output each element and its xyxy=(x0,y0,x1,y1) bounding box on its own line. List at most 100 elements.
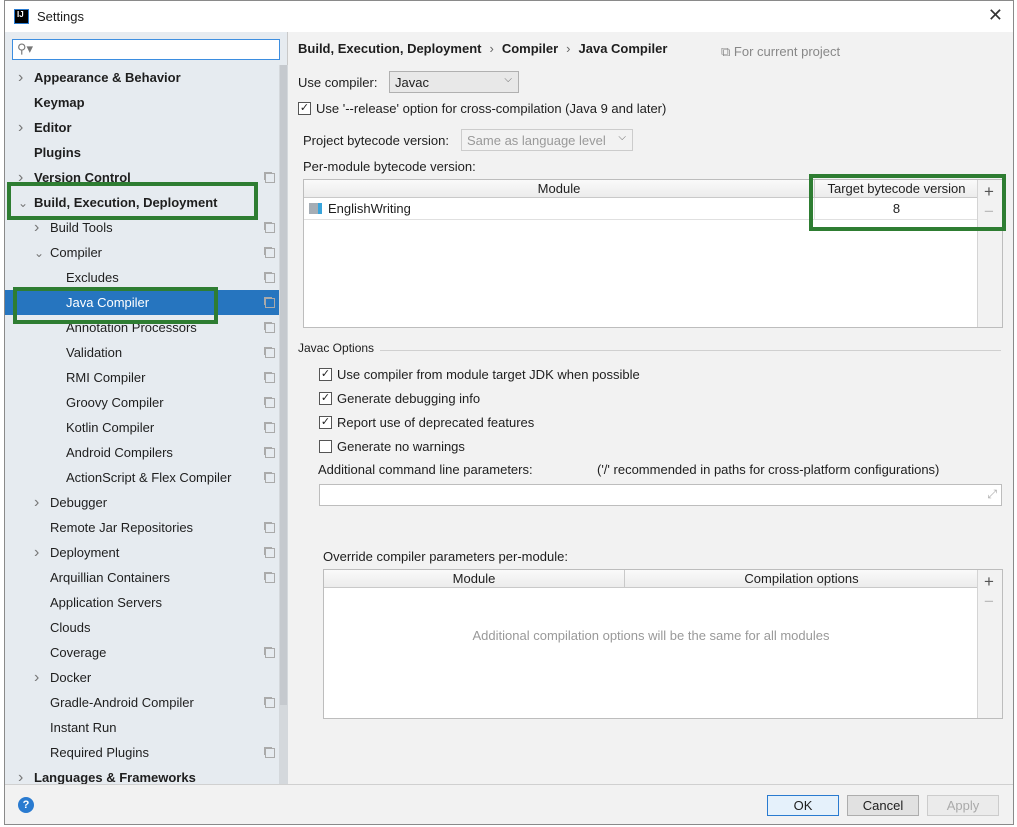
sidebar-item[interactable]: Excludes xyxy=(5,265,279,290)
sidebar-item[interactable]: Java Compiler xyxy=(5,290,279,315)
chevron-right-icon[interactable]: › xyxy=(34,544,46,562)
close-icon[interactable]: ✕ xyxy=(988,5,1003,26)
scrollbar-thumb[interactable] xyxy=(280,65,287,705)
sidebar-item[interactable]: Application Servers xyxy=(5,590,279,615)
checkbox[interactable]: ✓ xyxy=(298,102,311,115)
add-icon[interactable]: + xyxy=(984,182,994,202)
sidebar-item[interactable]: Clouds xyxy=(5,615,279,640)
sidebar-item[interactable]: Gradle-Android Compiler xyxy=(5,690,279,715)
sidebar-item-label: Deployment xyxy=(50,545,120,560)
sidebar-item-label: Build Tools xyxy=(50,220,113,235)
sidebar-item[interactable]: › Deployment xyxy=(5,540,279,565)
search-input[interactable]: ⚲▾ xyxy=(12,39,280,60)
sidebar-item[interactable]: › Appearance & Behavior xyxy=(5,65,279,90)
sidebar-item[interactable]: Required Plugins xyxy=(5,740,279,765)
sidebar-item[interactable]: Keymap xyxy=(5,90,279,115)
table-row[interactable]: EnglishWriting 8 xyxy=(304,198,978,220)
settings-window: IJ Settings ✕ ⚲▾ › Appearance & Behavior K… xyxy=(4,0,1014,825)
project-scope-icon xyxy=(265,347,275,358)
chevron-right-icon[interactable]: › xyxy=(34,219,46,237)
empty-table-text: Additional compilation options will be t… xyxy=(472,628,830,643)
sidebar-item-label: Build, Execution, Deployment xyxy=(34,195,218,210)
project-scope-icon xyxy=(265,372,275,383)
project-scope-icon xyxy=(265,272,275,283)
sidebar-item-label: Required Plugins xyxy=(50,745,150,760)
checkbox[interactable] xyxy=(319,440,332,453)
breadcrumb-item[interactable]: Compiler xyxy=(502,41,558,56)
sidebar-item[interactable]: Instant Run xyxy=(5,715,279,740)
javac-option-checkbox[interactable]: ✓ Generate debugging info xyxy=(319,391,480,406)
compiler-select[interactable]: Javac ⌵ xyxy=(389,71,519,93)
for-current-project: ⧉ For current project xyxy=(721,44,840,60)
sidebar-item[interactable]: Groovy Compiler xyxy=(5,390,279,415)
chevron-right-icon[interactable]: › xyxy=(18,69,30,87)
search-icon: ⚲▾ xyxy=(17,41,34,56)
checkbox[interactable]: ✓ xyxy=(319,368,332,381)
column-header-target[interactable]: Target bytecode version xyxy=(814,180,978,198)
expand-icon[interactable]: ⤢ xyxy=(987,487,997,502)
checkbox-label: Use compiler from module target JDK when… xyxy=(337,367,640,382)
sidebar-item-label: Compiler xyxy=(50,245,103,260)
sidebar-item[interactable]: Remote Jar Repositories xyxy=(5,515,279,540)
sidebar-item[interactable]: Coverage xyxy=(5,640,279,665)
for-current-project-label: For current project xyxy=(733,44,841,59)
target-version[interactable]: 8 xyxy=(814,198,978,219)
remove-icon[interactable]: − xyxy=(984,592,994,612)
sidebar-item[interactable]: › Build Tools xyxy=(5,215,279,240)
sidebar-item[interactable]: › Editor xyxy=(5,115,279,140)
help-icon[interactable]: ? xyxy=(18,797,34,813)
sidebar-item[interactable]: Android Compilers xyxy=(5,440,279,465)
chevron-right-icon[interactable]: › xyxy=(34,669,46,687)
chevron-down-icon[interactable]: ⌄ xyxy=(18,196,30,210)
project-scope-icon xyxy=(265,547,275,558)
sidebar-item[interactable]: › Version Control xyxy=(5,165,279,190)
project-bytecode-select[interactable]: Same as language level ⌵ xyxy=(461,129,633,151)
breadcrumb: Build, Execution, Deployment › Compiler › Ja… xyxy=(298,41,668,56)
chevron-right-icon[interactable]: › xyxy=(18,169,30,187)
chevron-right-icon[interactable]: › xyxy=(18,119,30,137)
sidebar-item[interactable]: ⌄ Build, Execution, Deployment xyxy=(5,190,279,215)
project-scope-icon xyxy=(265,297,275,308)
javac-option-checkbox[interactable]: Generate no warnings xyxy=(319,439,465,454)
sidebar-item-label: Excludes xyxy=(66,270,119,285)
column-header-module[interactable]: Module xyxy=(324,570,624,588)
project-scope-icon xyxy=(265,322,275,333)
sidebar-item[interactable]: ActionScript & Flex Compiler xyxy=(5,465,279,490)
checkbox[interactable]: ✓ xyxy=(319,416,332,429)
apply-button[interactable]: Apply xyxy=(927,795,999,816)
override-table: Module Compilation options Additional co… xyxy=(323,569,1003,719)
cancel-button[interactable]: Cancel xyxy=(847,795,919,816)
column-header-options[interactable]: Compilation options xyxy=(624,570,978,588)
table-toolbar: + − xyxy=(977,570,1002,718)
release-option-checkbox[interactable]: ✓ Use '--release' option for cross-compil… xyxy=(298,101,666,116)
sidebar-item[interactable]: Validation xyxy=(5,340,279,365)
checkbox[interactable]: ✓ xyxy=(319,392,332,405)
additional-params-input[interactable]: ⤢ xyxy=(319,484,1002,506)
settings-sidebar: ⚲▾ › Appearance & Behavior Keymap › Editor Pl… xyxy=(5,32,288,786)
ok-button[interactable]: OK xyxy=(767,795,839,816)
column-header-module[interactable]: Module xyxy=(304,180,814,198)
project-scope-icon xyxy=(265,247,275,258)
sidebar-item[interactable]: RMI Compiler xyxy=(5,365,279,390)
javac-option-checkbox[interactable]: ✓ Use compiler from module target JDK whe… xyxy=(319,367,640,382)
breadcrumb-item[interactable]: Build, Execution, Deployment xyxy=(298,41,481,56)
compiler-value: Javac xyxy=(395,75,429,90)
chevron-right-icon[interactable]: › xyxy=(34,494,46,512)
settings-tree: › Appearance & Behavior Keymap › Editor Plugi… xyxy=(5,65,279,790)
sidebar-item[interactable]: Arquillian Containers xyxy=(5,565,279,590)
add-icon[interactable]: + xyxy=(984,572,994,592)
javac-option-checkbox[interactable]: ✓ Report use of deprecated features xyxy=(319,415,534,430)
chevron-down-icon[interactable]: ⌄ xyxy=(34,246,46,260)
remove-icon[interactable]: − xyxy=(984,202,994,222)
project-scope-icon xyxy=(265,697,275,708)
sidebar-item[interactable]: Kotlin Compiler xyxy=(5,415,279,440)
sidebar-item[interactable]: Plugins xyxy=(5,140,279,165)
sidebar-item-label: RMI Compiler xyxy=(66,370,146,385)
sidebar-item[interactable]: › Docker xyxy=(5,665,279,690)
main-panel: Build, Execution, Deployment › Compiler › Ja… xyxy=(289,32,1013,784)
sidebar-item[interactable]: › Debugger xyxy=(5,490,279,515)
sidebar-item-label: Editor xyxy=(34,120,72,135)
sidebar-item-label: Coverage xyxy=(50,645,107,660)
sidebar-item[interactable]: ⌄ Compiler xyxy=(5,240,279,265)
sidebar-item[interactable]: Annotation Processors xyxy=(5,315,279,340)
